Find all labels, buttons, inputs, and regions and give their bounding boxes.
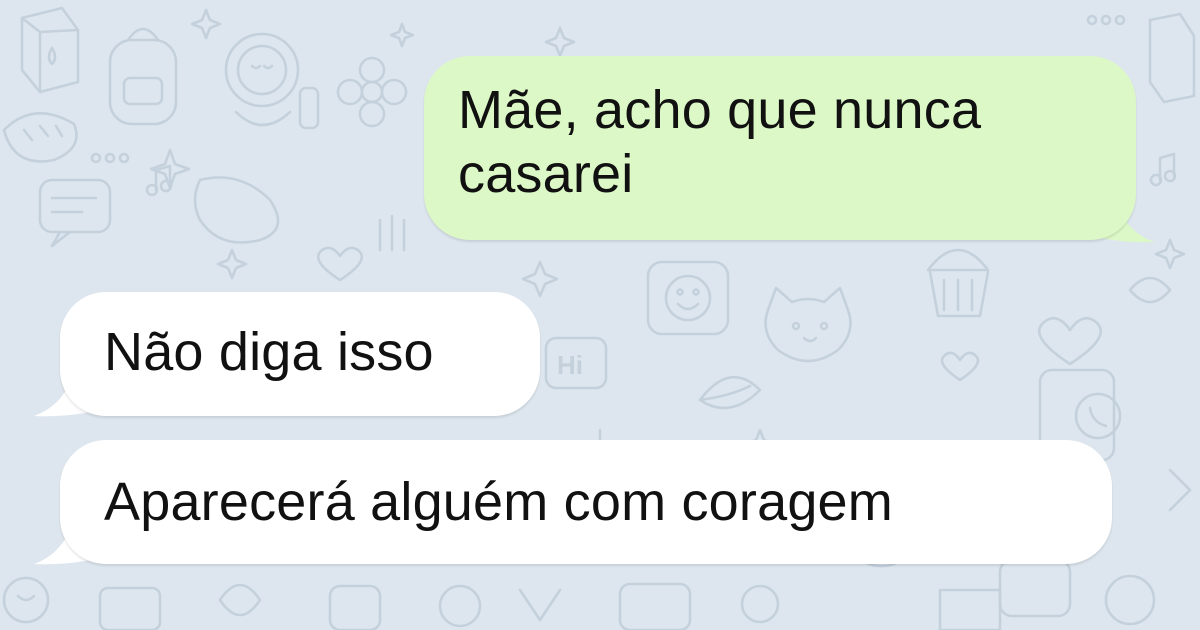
cupcake-icon	[926, 248, 990, 318]
svg-text:Hi: Hi	[557, 350, 583, 380]
incoming-message-bubble[interactable]: Não diga isso	[60, 292, 540, 416]
incoming-message-text: Aparecerá alguém com coragem	[104, 472, 893, 532]
chat-bubble-icon	[38, 178, 112, 248]
outgoing-message-bubble[interactable]: Mãe, acho que nunca casarei	[424, 56, 1136, 240]
cat-icon	[764, 286, 852, 363]
flower-icon	[336, 56, 408, 128]
bread-icon	[2, 112, 78, 163]
hi-bubble-icon: Hi	[544, 336, 608, 390]
smiley-icon	[646, 260, 730, 336]
outgoing-message-line-2: casarei	[458, 144, 634, 204]
astronaut-icon	[224, 32, 320, 130]
outgoing-message-line-1: Mãe, acho que nunca	[458, 80, 982, 140]
backpack-icon	[108, 27, 178, 126]
milk-carton-icon	[20, 6, 80, 94]
incoming-message-bubble[interactable]: Aparecerá alguém com coragem	[60, 440, 1112, 564]
incoming-message-text: Não diga isso	[104, 322, 434, 382]
hand-icon	[193, 176, 406, 252]
